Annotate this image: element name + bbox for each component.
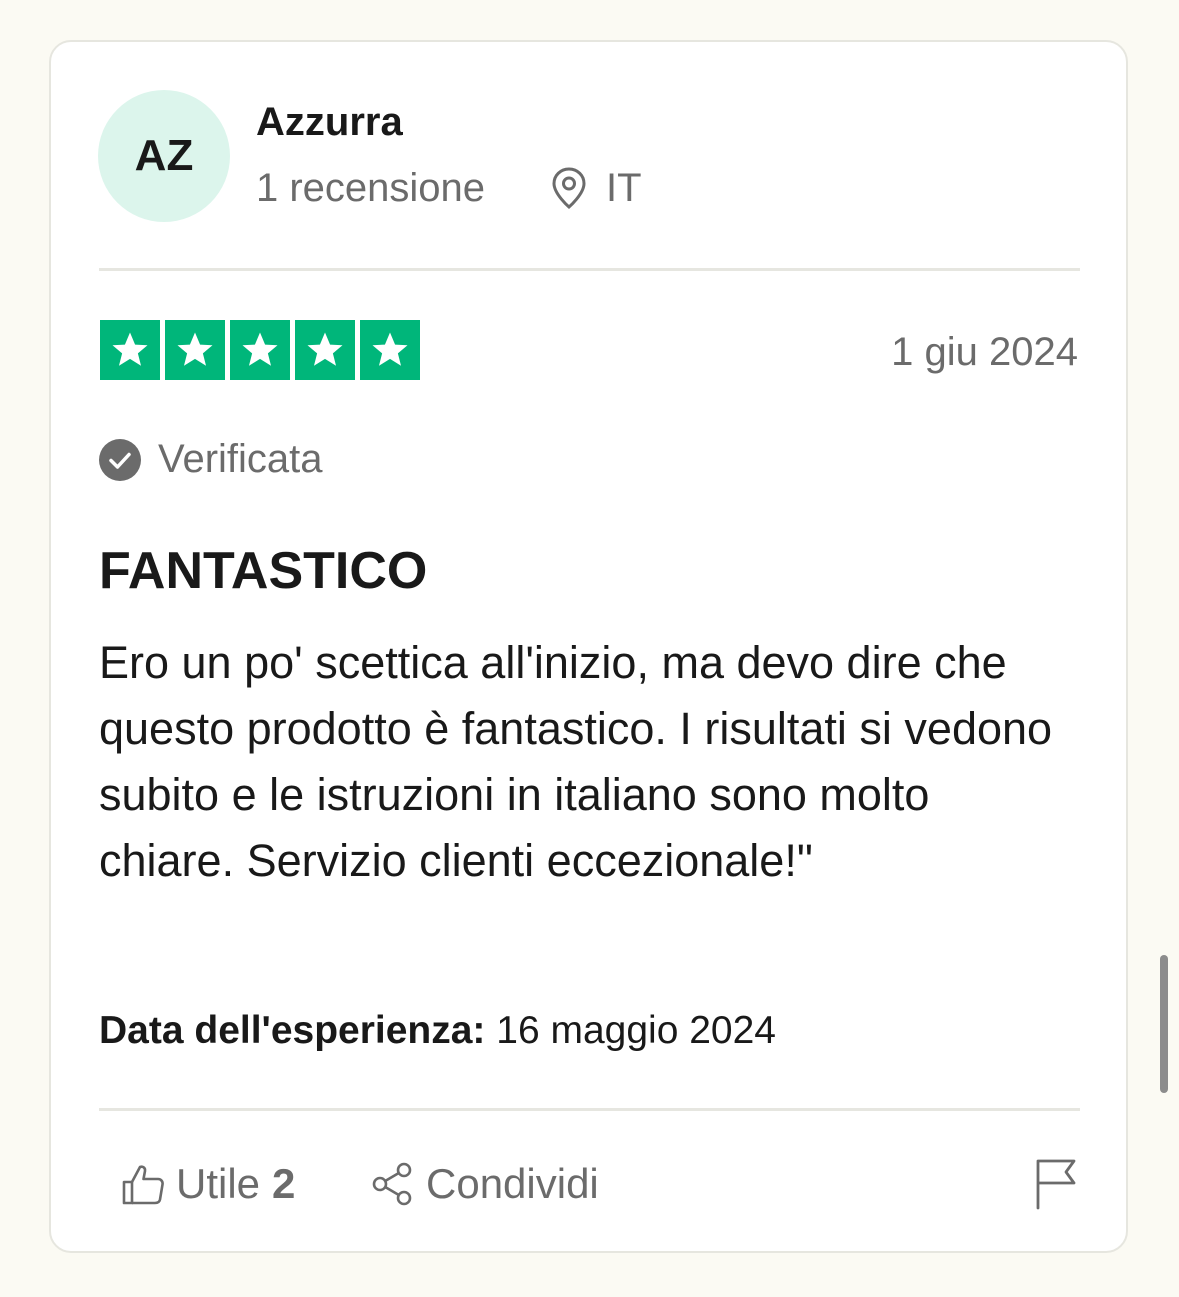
avatar-initials: AZ	[134, 131, 194, 180]
experience-value: 16 maggio 2024	[496, 1009, 776, 1052]
review-date: 1 giu 2024	[891, 330, 1078, 374]
star-icon	[165, 320, 225, 380]
star-icon	[100, 320, 160, 380]
share-button[interactable]: Condividi	[370, 1160, 599, 1208]
share-icon	[372, 1162, 412, 1206]
reviewer-name[interactable]: Azzurra	[256, 100, 403, 145]
scrollbar-thumb[interactable]	[1160, 955, 1168, 1093]
reviews-count: 1 recensione	[256, 166, 486, 210]
review-body: Ero un po' scettica all'inizio, ma devo …	[99, 637, 1053, 886]
verified-label[interactable]: Verificata	[158, 437, 323, 482]
share-label: Condividi	[426, 1160, 599, 1207]
useful-button[interactable]: Utile 2	[120, 1160, 295, 1208]
location-pin-icon	[552, 167, 586, 209]
star-icon	[230, 320, 290, 380]
star-icon	[295, 320, 355, 380]
experience-date: Data dell'esperienza: 16 maggio 2024	[99, 1009, 776, 1053]
experience-label: Data dell'esperienza:	[99, 1009, 486, 1052]
review-title: FANTASTICO	[99, 542, 428, 600]
star-rating	[100, 320, 420, 380]
reviewer-country: IT	[606, 166, 642, 210]
flag-icon[interactable]	[1034, 1158, 1078, 1210]
divider	[99, 268, 1080, 271]
avatar[interactable]: AZ	[98, 90, 230, 222]
divider	[99, 1108, 1080, 1111]
thumbs-up-icon	[122, 1165, 164, 1205]
useful-label: Utile	[176, 1160, 261, 1207]
check-circle-icon	[99, 439, 141, 481]
useful-count: 2	[272, 1160, 296, 1207]
star-icon	[360, 320, 420, 380]
